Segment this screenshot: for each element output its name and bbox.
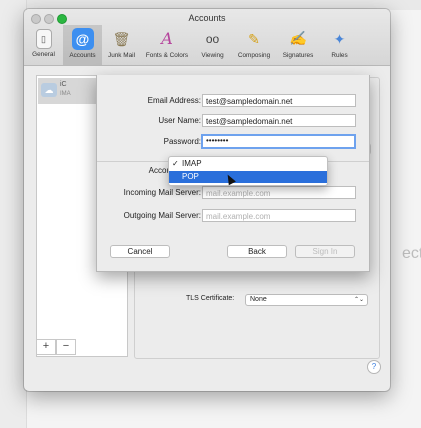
tab-viewing[interactable]: oo Viewing [193,25,232,65]
tab-accounts[interactable]: @ Accounts [63,25,102,65]
password-field[interactable]: •••••••• [201,134,356,149]
fonts-colors-icon: A [161,29,173,48]
menu-item-pop-label: POP [182,172,199,181]
outgoing-server-label: Outgoing Mail Server: [123,211,201,220]
menu-item-pop[interactable]: POP [169,171,327,183]
list-buttons: + − [36,339,76,355]
at-sign-icon: @ [71,28,94,50]
tab-junk-mail-label: Junk Mail [108,52,135,59]
tls-certificate-value: None [250,296,267,303]
tab-general-label: General [32,51,55,58]
sign-in-button[interactable]: Sign In [295,245,355,258]
desktop-left-edge [0,0,27,428]
preferences-window: Accounts ▯ General @ Accounts 🗑 Junk Mai… [24,9,390,391]
email-label: Email Address: [147,96,201,105]
chevron-updown-icon: ⌃⌄ [353,297,364,303]
tab-composing-label: Composing [237,52,271,59]
title-bar: Accounts ▯ General @ Accounts 🗑 Junk Mai… [24,9,390,66]
account-type-menu[interactable]: ✓ IMAP POP [168,156,328,186]
tab-signatures[interactable]: ✍ Signatures [276,25,320,65]
remove-account-button[interactable]: − [56,339,76,355]
tls-certificate-popup[interactable]: None ⌃⌄ [245,294,368,306]
preferences-toolbar: ▯ General @ Accounts 🗑 Junk Mail A Fonts… [24,25,359,65]
tab-junk-mail[interactable]: 🗑 Junk Mail [102,25,141,65]
help-button[interactable]: ? [367,360,381,374]
tab-viewing-label: Viewing [201,52,224,59]
menu-item-imap-label: IMAP [182,159,202,168]
checkmark-icon: ✓ [172,159,179,168]
tab-fonts-colors[interactable]: A Fonts & Colors [141,25,193,65]
tab-general[interactable]: ▯ General [24,25,63,65]
tab-rules-label: Rules [331,52,348,59]
general-icon: ▯ [35,29,52,49]
back-button[interactable]: Back [227,245,287,258]
account-name: iC [60,81,67,88]
tab-signatures-label: Signatures [282,52,314,59]
signature-icon: ✍ [289,31,307,47]
junk-mail-icon: 🗑 [112,31,131,47]
rules-icon: ✦ [333,31,346,47]
glasses-icon: oo [205,32,220,46]
outgoing-server-field[interactable]: mail.example.com [202,209,356,222]
username-field[interactable]: test@sampledomain.net [202,114,356,127]
incoming-server-field[interactable]: mail.example.com [202,186,356,199]
window-title: Accounts [188,13,226,23]
username-label: User Name: [158,116,201,125]
composing-icon: ✎ [248,31,260,47]
desktop-background-text: ecte [402,245,421,262]
email-field[interactable]: test@sampledomain.net [202,94,356,107]
tab-fonts-colors-label: Fonts & Colors [145,52,189,59]
add-account-button[interactable]: + [36,339,56,355]
tab-rules[interactable]: ✦ Rules [320,25,359,65]
cloud-icon: ☁ [41,83,57,97]
incoming-server-label: Incoming Mail Server: [123,188,201,197]
tab-composing[interactable]: ✎ Composing [232,25,276,65]
menu-item-imap[interactable]: ✓ IMAP [169,158,327,170]
password-label: Password: [163,137,201,146]
tab-accounts-label: Accounts [69,52,96,59]
account-type: IMA [60,91,71,97]
tls-certificate-label: TLS Certificate: [186,295,235,302]
cancel-button[interactable]: Cancel [110,245,170,258]
